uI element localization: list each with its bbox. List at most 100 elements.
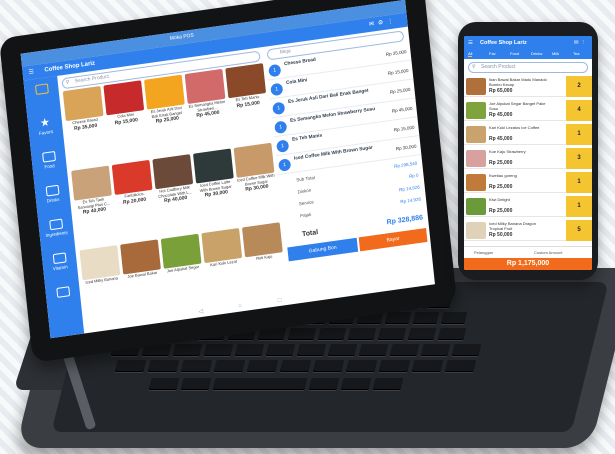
phone-list-item[interactable]: Ikan Bawal Bakar Madu Manado Bumbu Kecap… <box>464 76 592 97</box>
product-image <box>62 85 104 122</box>
phone-title: Coffee Shop Lariz <box>480 40 527 46</box>
phone-screen: ☰ Coffee Shop Lariz ✉⋮ All Fav Food Drinks M… <box>464 36 592 270</box>
keyboard-key <box>327 344 358 356</box>
phone-item-name: Joe Alpukat Segar Banget Pake Susu <box>489 101 546 111</box>
phone-list-item[interactable]: Kue Kaju Strawberry Rp 25,000 3 <box>464 148 592 169</box>
phone-item-qty[interactable]: 1 <box>566 172 592 193</box>
product-tile[interactable]: Joe Alpukat Segar <box>160 233 204 287</box>
product-tile[interactable]: Joe Bawal Bakar <box>120 239 163 292</box>
phone-tab[interactable]: All <box>468 51 473 57</box>
phone-item-qty[interactable]: 2 <box>566 76 592 97</box>
sidebar-item[interactable]: ★ Favorit <box>28 116 63 138</box>
product-tile[interactable]: Fantalicius Rp 20,000 <box>111 159 155 213</box>
summary-value: Rp 14,926 <box>398 184 420 193</box>
keyboard-key <box>451 344 482 356</box>
back-nav-icon[interactable]: ◁ <box>198 308 203 316</box>
product-tile[interactable]: Cheese Bread Rp 35,000 <box>62 85 106 139</box>
cart-qty-badge: 1 <box>274 120 288 135</box>
keyboard-key <box>212 378 308 390</box>
phone-tab[interactable]: Food <box>510 51 519 56</box>
keyboard-key <box>345 360 378 372</box>
product-tile[interactable]: Iced Coffee Latte With Brown Sugar Rp 30,… <box>193 148 236 201</box>
sidebar-item[interactable] <box>24 82 59 99</box>
sidebar-item[interactable]: Food <box>31 150 66 172</box>
keyboard-key <box>180 378 212 390</box>
sidebar-item[interactable] <box>45 285 80 302</box>
phone-search-input[interactable]: ⚲ Search Product <box>468 62 588 73</box>
phone-total-button[interactable]: Rp 1,175,000 <box>464 258 592 270</box>
merge-bill-button[interactable]: Gabung Bon <box>287 237 359 262</box>
phone-item-image <box>466 102 486 119</box>
phone-menu-icon[interactable]: ☰ <box>468 36 473 50</box>
sidebar-item-label: Vitamin <box>52 264 68 272</box>
phone-item-image <box>466 222 486 239</box>
keyboard-key <box>384 312 412 324</box>
phone-item-name: Kiwi Delight <box>489 197 510 202</box>
folder-icon <box>45 184 60 197</box>
recent-nav-icon[interactable]: □ <box>278 298 282 304</box>
toolbar-actions-icon[interactable]: ✉⚙⋮ <box>368 14 398 32</box>
keyboard-key <box>213 360 246 372</box>
custom-amount-button[interactable]: Custom Amount <box>534 250 562 255</box>
product-tile[interactable]: Kari Kuki Lezat <box>201 227 244 281</box>
product-tile[interactable]: Hot Cadbury Milk Chocolate With L... Rp 4… <box>152 154 195 207</box>
tablet-screen: Moka POS ☰ Coffee Shop Lariz ✉⚙⋮ ★ Favori… <box>20 0 435 339</box>
customer-button[interactable]: Pelanggan <box>474 250 493 255</box>
phone-item-qty[interactable]: 1 <box>566 124 592 145</box>
cart-item-price: Rp 25,000 <box>389 86 411 95</box>
product-image <box>225 63 267 99</box>
cart-qty-badge: 1 <box>270 82 284 97</box>
keyboard-key <box>407 328 437 340</box>
pay-button[interactable]: Bayar <box>358 227 428 252</box>
phone-list-item[interactable]: Joe Alpukat Segar Banget Pake Susu Rp 45,… <box>464 100 592 121</box>
keyboard-key <box>203 344 234 356</box>
product-tile[interactable]: Es Jeruk Asli Dari Bali Enak Banget Rp 25… <box>144 74 187 128</box>
keyboard-key <box>312 360 345 372</box>
keyboard-key <box>317 328 347 340</box>
phone-item-price: Rp 50,000 <box>489 232 513 238</box>
phone-item-name: Iced Milky Banana Dragon Tropical Fruit <box>489 221 536 231</box>
keyboard-key <box>389 344 420 356</box>
product-image <box>111 159 153 195</box>
phone-list-item[interactable]: Kari Kuki Lezatos Ice Coffee Rp 45,000 1 <box>464 124 592 145</box>
phone-item-qty[interactable]: 1 <box>566 196 592 217</box>
phone-item-name: Kwetiau goreng <box>489 173 517 178</box>
phone-tab[interactable]: Drinks <box>531 51 542 56</box>
summary-value: Rp 0 <box>408 172 419 179</box>
product-tile[interactable]: Es Teh Manis Rp 15,000 <box>225 63 268 116</box>
cart-item-price: Rp 15,000 <box>393 124 415 133</box>
summary-label: Pajak <box>299 211 312 219</box>
keyboard-key <box>180 360 213 372</box>
phone-item-qty[interactable]: 5 <box>566 220 592 241</box>
phone-list-item[interactable]: Kwetiau goreng Rp 25,000 1 <box>464 172 592 193</box>
sidebar-item[interactable]: Vitamin <box>42 251 77 273</box>
phone-search-icon: ⚲ <box>472 64 476 70</box>
phone-actions-icon[interactable]: ✉⋮ <box>574 36 588 50</box>
product-tile[interactable]: Es Teh Tarik Sarwangi Plus C... Rp 40,000 <box>71 165 114 219</box>
summary-value: Rp 298,540 <box>393 160 418 169</box>
cart-qty-badge: 1 <box>268 63 282 78</box>
cart-item-price: Rp 35,000 <box>385 49 407 57</box>
sidebar-item[interactable]: Drinks <box>35 183 70 205</box>
sidebar-item[interactable]: Ingredients <box>38 217 73 239</box>
phone-item-qty[interactable]: 3 <box>566 148 592 169</box>
product-tile[interactable]: Roti Kaju <box>241 222 285 275</box>
menu-icon[interactable]: ☰ <box>28 65 35 80</box>
phone-list-item[interactable]: Iced Milky Banana Dragon Tropical Fruit R… <box>464 220 592 241</box>
search-icon: ⚲ <box>65 79 70 86</box>
folder-icon <box>41 150 56 163</box>
phone-tab[interactable]: Tea <box>573 51 579 56</box>
summary-label: Diskon <box>297 187 312 195</box>
product-tile[interactable]: Iced Milky Banana <box>79 245 122 298</box>
product-tile[interactable]: Iced Coffee Milk With Brown Sugar Rp 30,0… <box>233 142 277 196</box>
product-tile[interactable]: Es Semangka Melon Strawberi... Rp 45,000 <box>184 68 228 122</box>
phone-tab[interactable]: Fav <box>489 51 496 56</box>
product-tile[interactable]: Cola Mini Rp 15,000 <box>103 80 146 133</box>
summary-value: Rp 14,926 <box>400 196 422 205</box>
home-nav-icon[interactable]: ○ <box>238 303 242 309</box>
phone-item-qty[interactable]: 4 <box>566 100 592 121</box>
keyboard-key <box>411 360 444 372</box>
phone-tab[interactable]: Milk <box>552 51 559 56</box>
phone-list-item[interactable]: Kiwi Delight Rp 25,000 1 <box>464 196 592 217</box>
phone-item-price: Rp 45,000 <box>489 112 513 118</box>
